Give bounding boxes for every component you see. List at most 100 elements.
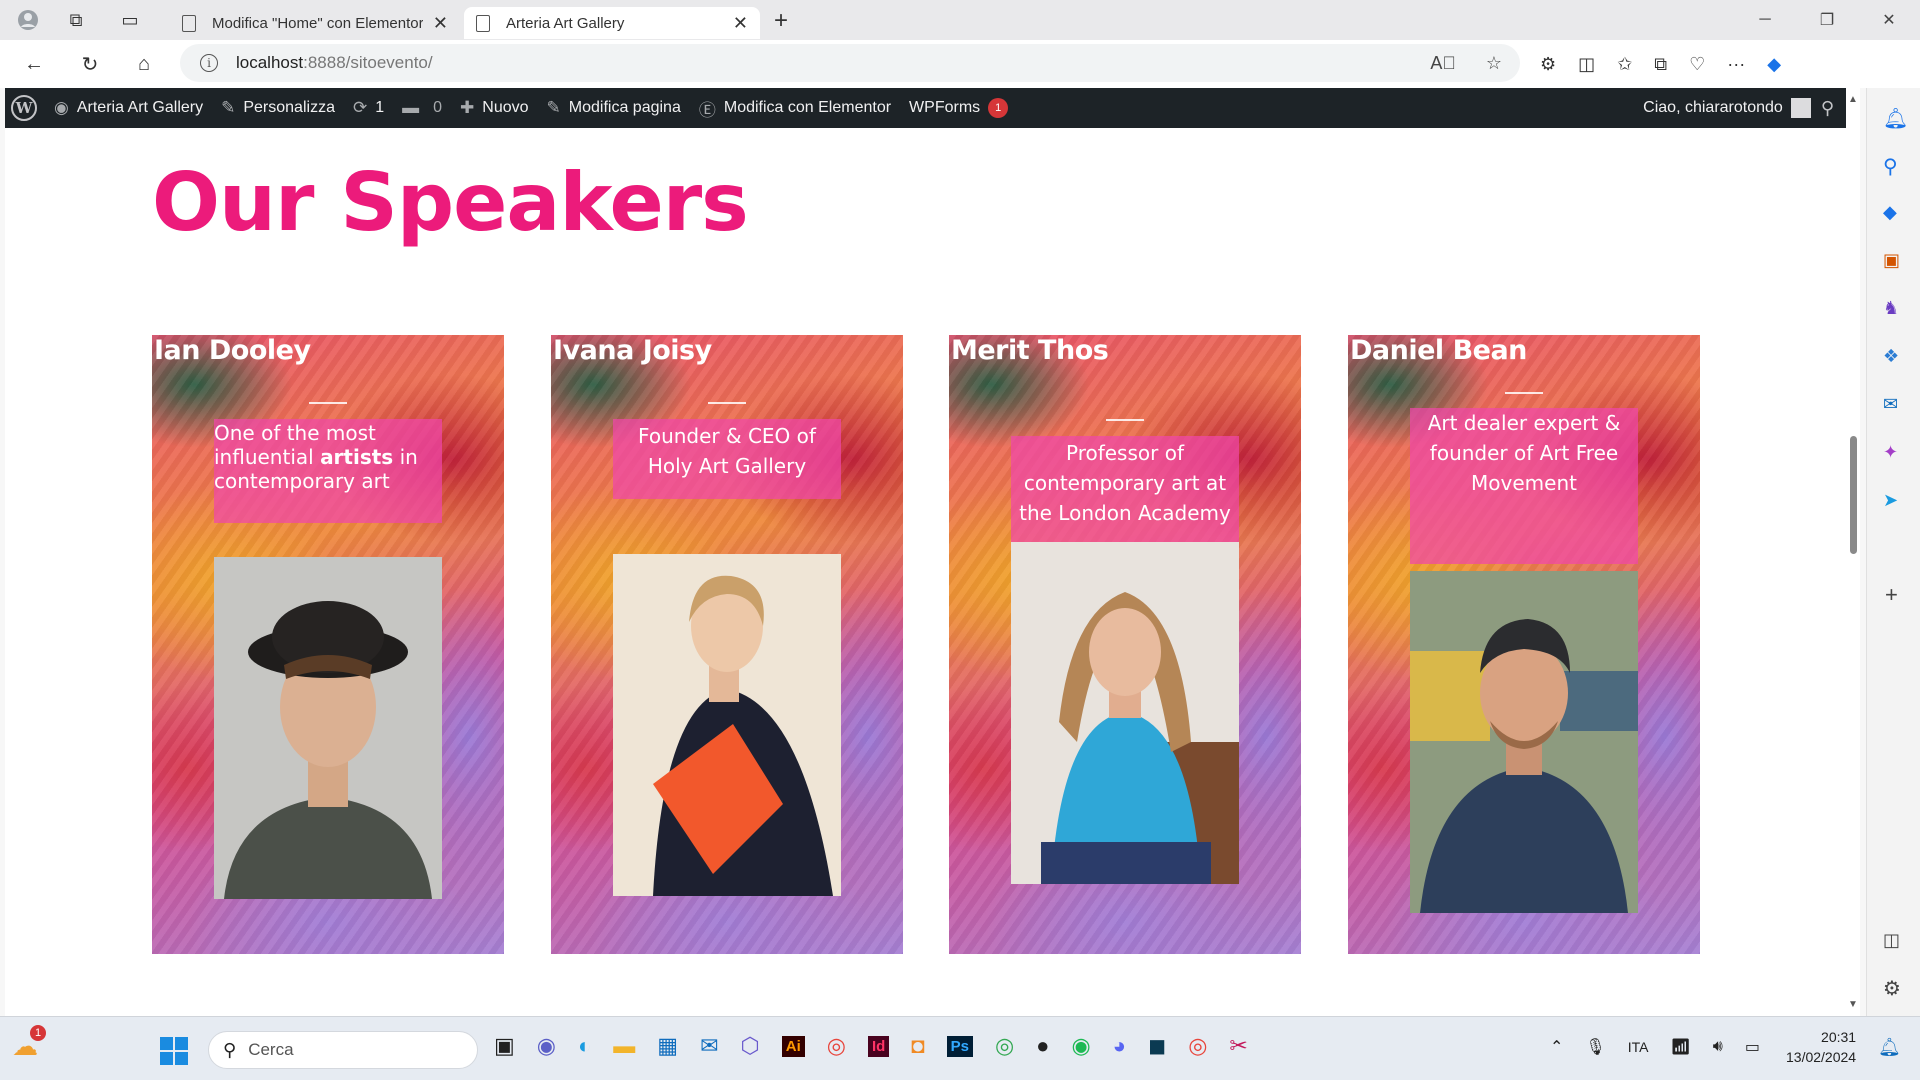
page-icon <box>182 14 196 32</box>
page-scrollbar[interactable]: ▲ ▼ <box>1846 88 1860 1016</box>
store-icon[interactable]: ▦ <box>657 1033 678 1059</box>
task-view-icon[interactable]: ▣ <box>494 1033 515 1059</box>
app-dark-icon[interactable]: ◼ <box>1148 1033 1166 1059</box>
copilot-app-icon[interactable]: ⬡ <box>741 1033 760 1059</box>
chevron-up-icon[interactable]: ⌃ <box>1550 1037 1563 1057</box>
file-explorer-icon[interactable]: ▬ <box>613 1033 635 1059</box>
minimize-icon[interactable]: ─ <box>1734 11 1796 29</box>
designer-icon[interactable]: ✦ <box>1883 442 1898 463</box>
chrome-icon[interactable]: ◎ <box>827 1033 846 1059</box>
edge-icon[interactable]: ◐ <box>578 1033 591 1059</box>
wp-updates[interactable]: ⟳ 1 <box>344 88 393 128</box>
workspaces-icon[interactable]: ⧉ <box>56 0 96 40</box>
portrait-image <box>1410 571 1638 913</box>
wp-site-name[interactable]: ◉ Arteria Art Gallery <box>45 88 212 128</box>
wp-edit-elementor[interactable]: Ⓔ Modifica con Elementor <box>690 88 900 128</box>
taskbar-search-box[interactable]: ⚲ Cerca <box>208 1031 478 1069</box>
wp-comments[interactable]: ▬ 0 <box>393 88 451 128</box>
speaker-card: Daniel Bean Art dealer expert & founder … <box>1348 335 1700 954</box>
collections-icon[interactable]: ⧉ <box>1654 54 1667 75</box>
restore-icon[interactable]: ❐ <box>1796 10 1858 30</box>
github-icon[interactable]: ● <box>1036 1033 1049 1059</box>
photoshop-icon[interactable]: Ps <box>946 1035 973 1057</box>
notification-bell-icon[interactable]: 🔔︎ <box>1878 1037 1901 1058</box>
window-controls: ─ ❐ ✕ <box>1734 0 1920 40</box>
microsoft365-icon[interactable]: ❖ <box>1883 346 1899 367</box>
scroll-down-arrow[interactable]: ▼ <box>1848 999 1858 1010</box>
scroll-up-arrow[interactable]: ▲ <box>1848 94 1858 105</box>
tab-actions-icon[interactable]: ▭ <box>110 0 150 40</box>
mail-icon[interactable]: ✉ <box>700 1033 718 1059</box>
wp-customize[interactable]: ✎ Personalizza <box>212 88 344 128</box>
close-icon[interactable]: ✕ <box>433 13 448 34</box>
battery-icon[interactable]: ▭ <box>1745 1037 1760 1057</box>
tab-title: Modifica "Home" con Elementor <box>212 14 423 32</box>
add-icon[interactable]: + <box>1885 582 1898 608</box>
back-icon[interactable]: ← <box>12 42 56 86</box>
divider <box>708 402 746 404</box>
close-window-icon[interactable]: ✕ <box>1858 10 1920 30</box>
language-indicator[interactable]: ITA <box>1628 1039 1649 1055</box>
speaker-photo <box>214 557 442 899</box>
indesign-icon[interactable]: Id <box>867 1035 890 1057</box>
clock[interactable]: 20:31 13/02/2024 <box>1786 1027 1856 1067</box>
snipping-tool-icon[interactable]: ✂ <box>1229 1033 1247 1059</box>
split-screen-icon[interactable]: ◫ <box>1578 54 1595 75</box>
wp-wpforms[interactable]: WPForms 1 <box>900 88 1017 128</box>
wordpress-logo-icon[interactable]: W <box>11 95 37 121</box>
illustrator-icon[interactable]: Ai <box>781 1035 805 1057</box>
hide-sidebar-icon[interactable]: ◫ <box>1883 930 1900 951</box>
close-icon[interactable]: ✕ <box>733 13 748 34</box>
wifi-icon[interactable]: 📶︎ <box>1670 1037 1690 1057</box>
portrait-image <box>1011 542 1239 884</box>
discord-icon[interactable]: ◕ <box>1113 1033 1126 1059</box>
speaker-name: Merit Thos <box>951 335 1109 366</box>
browser-essentials-icon[interactable]: ♡ <box>1689 54 1705 75</box>
app-orange-icon[interactable]: ◘ <box>911 1033 924 1059</box>
spotify-icon[interactable]: ◉ <box>1071 1033 1090 1059</box>
bell-icon[interactable]: 🔔︎ <box>1883 106 1908 131</box>
clock-time: 20:31 <box>1821 1029 1857 1045</box>
shopping-icon[interactable]: ◆ <box>1883 202 1897 223</box>
edge-sidebar: 🔔︎ ⚲ ◆ ▣ ♞ ❖ ✉ ✦ ➤ + ◫ ⚙ <box>1866 88 1920 1016</box>
games-icon[interactable]: ♞ <box>1883 298 1899 319</box>
wp-new[interactable]: ✚ Nuovo <box>451 88 538 128</box>
plus-icon: ✚ <box>460 98 475 117</box>
settings-icon[interactable]: ⚙ <box>1883 976 1901 1001</box>
chrome-profile-icon[interactable]: ◎ <box>995 1033 1014 1059</box>
avatar[interactable] <box>1790 98 1811 118</box>
extensions-icon[interactable]: ⚙ <box>1540 54 1556 75</box>
search-icon[interactable]: ⚲ <box>1883 154 1898 179</box>
reload-icon[interactable]: ↻ <box>68 42 112 86</box>
search-icon[interactable]: ⚲ <box>1821 98 1834 119</box>
read-aloud-icon[interactable]: A᪲ <box>1430 53 1456 74</box>
more-options-icon[interactable]: ··· <box>1727 54 1745 75</box>
tab-arteria[interactable]: Arteria Art Gallery ✕ <box>464 7 760 39</box>
scrollbar-thumb[interactable] <box>1850 436 1857 554</box>
profile-icon[interactable] <box>8 0 48 40</box>
tab-elementor[interactable]: Modifica "Home" con Elementor ✕ <box>170 7 460 39</box>
tools-icon[interactable]: ▣ <box>1883 250 1900 271</box>
url-path: :8888/sitoevento/ <box>303 53 433 72</box>
notification-badge: 1 <box>988 98 1009 118</box>
chrome-user-icon[interactable]: ◎ <box>1188 1033 1207 1059</box>
volume-icon[interactable]: 🔊︎ <box>1713 1038 1723 1056</box>
teams-icon[interactable]: ◉ <box>537 1033 556 1059</box>
microphone-muted-icon[interactable]: 🎙︎ <box>1585 1037 1605 1057</box>
updates-icon: ⟳ <box>352 98 368 117</box>
home-icon[interactable]: ⌂ <box>122 42 166 86</box>
favorites-icon[interactable]: ✩ <box>1617 54 1632 75</box>
outlook-icon[interactable]: ✉ <box>1883 394 1898 415</box>
site-info-icon[interactable]: i <box>200 54 218 72</box>
start-windows-icon[interactable] <box>160 1037 188 1065</box>
speaker-card: Ivana Joisy Founder & CEO of Holy Art Ga… <box>551 335 903 954</box>
divider <box>1505 392 1543 394</box>
send-icon[interactable]: ➤ <box>1883 490 1898 511</box>
favorite-star-icon[interactable]: ☆ <box>1486 53 1502 74</box>
wp-greeting[interactable]: Ciao, chiararotondo <box>1643 99 1783 117</box>
copilot-icon[interactable]: ◆ <box>1767 54 1781 75</box>
wp-edit-page[interactable]: ✎ Modifica pagina <box>538 88 690 128</box>
speaker-name: Daniel Bean <box>1350 335 1527 366</box>
url-bar[interactable]: i localhost:8888/sitoevento/ A᪲ ☆ <box>180 44 1520 82</box>
new-tab-button[interactable]: + <box>774 7 788 35</box>
